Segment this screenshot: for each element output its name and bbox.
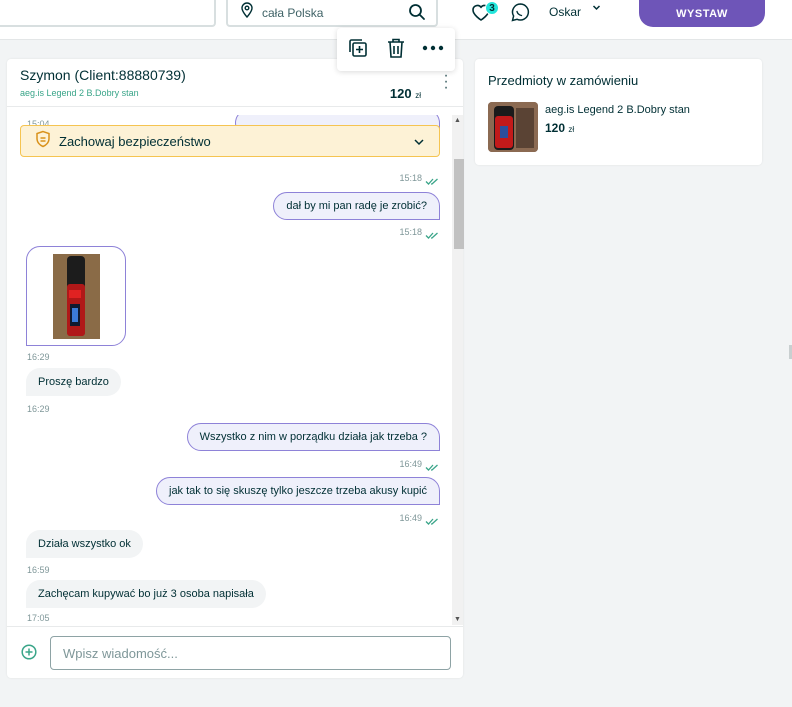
message-list[interactable]: 15:04 15:18 dał by mi pan radę je zrobić… (7, 115, 452, 625)
shield-icon (35, 130, 51, 153)
message-composer (7, 626, 463, 678)
conversation-panel: Szymon (Client:88880739) aeg.is Legend 2… (7, 28, 464, 678)
incoming-message: Działa wszystko ok (26, 530, 143, 558)
vape-device-photo[interactable] (53, 254, 100, 339)
more-options-icon[interactable]: · · · (442, 68, 450, 96)
outgoing-message: dał by mi pan radę je zrobić? (273, 192, 440, 220)
conversation-actions-menu (337, 28, 455, 71)
more-horizontal-icon[interactable] (422, 40, 444, 61)
order-item-price: 120 zł (545, 121, 574, 135)
conversation-item-price: 120 zł (390, 86, 421, 101)
message-timestamp: 15:18 (399, 173, 422, 183)
order-item-thumbnail[interactable] (488, 102, 538, 152)
post-ad-button[interactable]: WYSTAW (639, 0, 765, 27)
read-check-icon (425, 459, 439, 477)
location-pin-icon (240, 2, 254, 23)
image-message[interactable] (26, 246, 126, 346)
message-timestamp: 16:49 (399, 513, 422, 523)
conversation-price-currency: zł (415, 91, 421, 100)
read-check-icon (425, 173, 439, 191)
message-scrollbar[interactable]: ▲ ▼ (452, 115, 464, 625)
safety-tips-banner[interactable]: Zachowaj bezpieczeństwo (20, 125, 440, 157)
order-price-value: 120 (545, 121, 566, 135)
trash-icon[interactable] (386, 37, 406, 64)
user-menu-name[interactable]: Oskar (549, 5, 581, 19)
outgoing-message: jak tak to się skuszę tylko jeszcze trze… (156, 477, 440, 505)
message-timestamp: 16:49 (399, 459, 422, 469)
read-check-icon (425, 513, 439, 531)
copy-add-icon[interactable] (347, 37, 369, 64)
scrollbar-thumb[interactable] (454, 159, 464, 249)
chevron-down-icon[interactable] (592, 3, 601, 15)
add-attachment-icon[interactable] (21, 644, 37, 665)
outgoing-message: Wszystko z nim w porządku działa jak trz… (186, 423, 440, 451)
scroll-up-arrow-icon[interactable]: ▲ (454, 117, 461, 124)
read-check-icon (425, 227, 439, 245)
conversation-price-value: 120 (389, 86, 412, 101)
scroll-down-arrow-icon[interactable]: ▼ (454, 616, 461, 623)
safety-banner-label: Zachowaj bezpieczeństwo (59, 133, 211, 149)
conversation-item-title[interactable]: aeg.is Legend 2 B.Dobry stan (20, 88, 139, 98)
message-timestamp: 15:18 (399, 227, 422, 237)
order-items-panel: Przedmioty w zamówieniu aeg.is Legend 2 … (475, 59, 762, 165)
order-price-currency: zł (568, 125, 575, 134)
order-item-name[interactable]: aeg.is Legend 2 B.Dobry stan (545, 104, 690, 116)
chevron-down-icon[interactable] (413, 135, 425, 153)
message-timestamp: 16:29 (27, 404, 50, 414)
search-icon[interactable] (408, 3, 426, 26)
search-query-field[interactable] (0, 0, 216, 27)
message-timestamp: 16:29 (27, 352, 50, 362)
location-field[interactable]: cała Polska (226, 0, 438, 27)
contact-name[interactable]: Szymon (Client:88880739) (20, 67, 186, 83)
message-input[interactable] (50, 636, 451, 670)
location-placeholder: cała Polska (262, 5, 324, 20)
order-items-title: Przedmioty w zamówieniu (488, 73, 639, 88)
favorites-count-badge: 3 (485, 1, 499, 15)
messages-icon[interactable] (510, 2, 531, 28)
message-timestamp: 16:59 (27, 565, 50, 575)
incoming-message: Zachęcam kupywać bo już 3 osoba napisała (26, 580, 266, 608)
incoming-message: Proszę bardzo (26, 368, 121, 396)
message-timestamp: 17:05 (27, 613, 50, 623)
